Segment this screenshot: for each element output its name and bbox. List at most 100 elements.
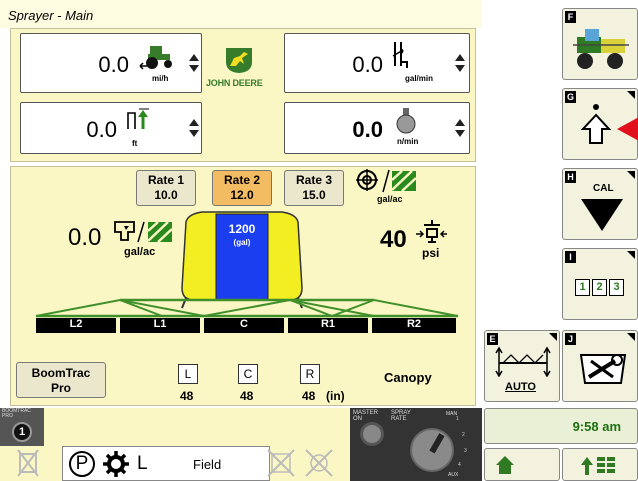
target-rate-icon: [356, 169, 417, 193]
sensor-left-label: L: [178, 364, 198, 384]
cal-label: CAL: [593, 183, 614, 194]
boom-height-icon: [127, 108, 149, 129]
gear-range: L: [137, 453, 148, 474]
sidebar-key-e-auto[interactable]: E AUTO: [484, 330, 560, 402]
speed-readout[interactable]: 0.0 mi/h: [20, 33, 202, 93]
home-position-icon: [580, 104, 638, 144]
key-g-tag: G: [565, 91, 576, 103]
sensor-center-value: 48: [240, 389, 254, 403]
gear-icon: [103, 451, 129, 477]
boom-height-value: 0.0: [86, 117, 117, 142]
boomtrac-button-line-2: Pro: [50, 381, 71, 395]
boom-section-l1[interactable]: L1: [120, 318, 200, 333]
boom-section-c[interactable]: C: [204, 318, 284, 333]
boomtrac-pro-button[interactable]: BoomTrac Pro: [16, 362, 106, 398]
boom-section-l2[interactable]: L2: [36, 318, 116, 333]
fan-speed-value: 0.0: [352, 117, 383, 142]
fan-icon: [396, 108, 416, 134]
boomtrac-status-label: BOOMTRAC PRO: [2, 408, 31, 419]
page-title: Sprayer - Main: [8, 8, 94, 23]
rate-3-button[interactable]: Rate 3 15.0: [284, 170, 344, 206]
key-e-tag: E: [487, 333, 498, 345]
home-icon: [496, 456, 514, 474]
boom-section-r2[interactable]: R2: [372, 318, 456, 333]
rate-1-button[interactable]: Rate 1 10.0: [136, 170, 196, 206]
number-box-2: 2: [592, 279, 607, 296]
speed-unit: mi/h: [152, 74, 169, 83]
boom-frame-icon: [36, 298, 458, 318]
sidebar-key-f[interactable]: F: [562, 8, 638, 80]
key-j-corner: [627, 333, 635, 341]
sidebar-key-j-tools[interactable]: J: [562, 330, 638, 402]
key-h-corner: [627, 171, 635, 179]
gear-status-bar: P L Field: [62, 446, 270, 481]
boomtrac-status-indicator: BOOMTRAC PRO 1: [0, 408, 44, 446]
fan-speed-unit: n/min: [397, 137, 419, 146]
master-on-button[interactable]: [360, 422, 384, 446]
flow-value: 0.0: [352, 52, 383, 77]
john-deere-logo-icon: [226, 48, 252, 73]
sensor-right-value: 48: [302, 389, 316, 403]
spray-rate-switch[interactable]: MASTER ON SPRAY RATE MAN AUX 1 2 3 4: [350, 408, 482, 481]
boomtrac-button-line-1: BoomTrac: [31, 366, 91, 380]
key-e-corner: [549, 333, 557, 341]
operation-mode: Field: [193, 457, 222, 472]
rate-2-label: Rate 2: [223, 173, 261, 187]
key-i-corner: [627, 251, 635, 259]
rate-3-value: 15.0: [302, 188, 326, 202]
sensor-right-label: R: [300, 364, 320, 384]
fan-speed-readout[interactable]: 0.0 n/min: [284, 102, 470, 154]
scale-1: 1: [456, 416, 459, 422]
boom-height-readout[interactable]: 0.0 ft: [20, 102, 202, 154]
key-h-tag: H: [565, 171, 576, 183]
master-on-label: MASTER ON: [353, 410, 379, 422]
rate-2-value: 12.0: [230, 188, 254, 202]
flow-meter-icon: [392, 42, 408, 68]
spray-rate-knob[interactable]: [410, 428, 454, 472]
sensor-center-label: C: [238, 364, 258, 384]
sprayer-machine-icon: [573, 29, 629, 69]
rate-1-label: Rate 1: [147, 173, 185, 187]
pressure-value: 40: [380, 226, 407, 253]
fan-speed-stepper[interactable]: [455, 119, 465, 139]
applied-rate-unit: gal/ac: [124, 246, 156, 258]
auto-label: AUTO: [505, 381, 536, 393]
home-button[interactable]: [484, 448, 560, 481]
speed-stepper[interactable]: [189, 54, 199, 74]
number-box-3: 3: [609, 279, 624, 296]
boomtrac-mode: Canopy: [384, 370, 432, 385]
rate-3-label: Rate 3: [295, 173, 333, 187]
target-rate-unit: gal/ac: [377, 194, 403, 204]
clock-time: 9:58 am: [572, 419, 621, 434]
aux-label: AUX: [448, 472, 459, 478]
tools-icon: [579, 354, 627, 384]
sidebar-key-g[interactable]: G: [562, 88, 638, 160]
sidebar-key-i[interactable]: I 1 2 3: [562, 248, 638, 320]
flow-readout[interactable]: 0.0 gal/min: [284, 33, 470, 93]
key-j-tag: J: [565, 333, 576, 345]
disabled-icon-1: [8, 446, 48, 481]
number-box-1: 1: [575, 279, 590, 296]
key-f-tag: F: [565, 11, 576, 23]
boom-height-auto-icon: [495, 346, 551, 377]
nozzle-pressure-icon: [416, 220, 447, 243]
sensor-unit: (in): [326, 389, 345, 403]
cal-down-arrow-icon: [581, 199, 623, 231]
spray-rate-label: SPRAY RATE: [391, 410, 411, 422]
tank-volume-unit: (gal): [233, 238, 251, 247]
key-i-tag: I: [565, 251, 576, 263]
applied-rate-icon: [114, 221, 173, 243]
boom-height-unit: ft: [132, 139, 138, 148]
rate-2-button[interactable]: Rate 2 12.0: [212, 170, 272, 206]
menu-grid-icon: [581, 457, 615, 475]
boom-section-r1[interactable]: R1: [288, 318, 368, 333]
sidebar-key-h-calibrate[interactable]: H CAL: [562, 168, 638, 240]
flow-unit: gal/min: [405, 74, 434, 83]
boom-height-stepper[interactable]: [189, 119, 199, 139]
scale-2: 2: [462, 432, 465, 438]
menu-button[interactable]: [562, 448, 638, 481]
flow-stepper[interactable]: [455, 54, 465, 74]
tractor-icon: [139, 46, 172, 70]
boomtrac-status-value: 1: [12, 422, 32, 442]
rate-1-value: 10.0: [154, 188, 178, 202]
